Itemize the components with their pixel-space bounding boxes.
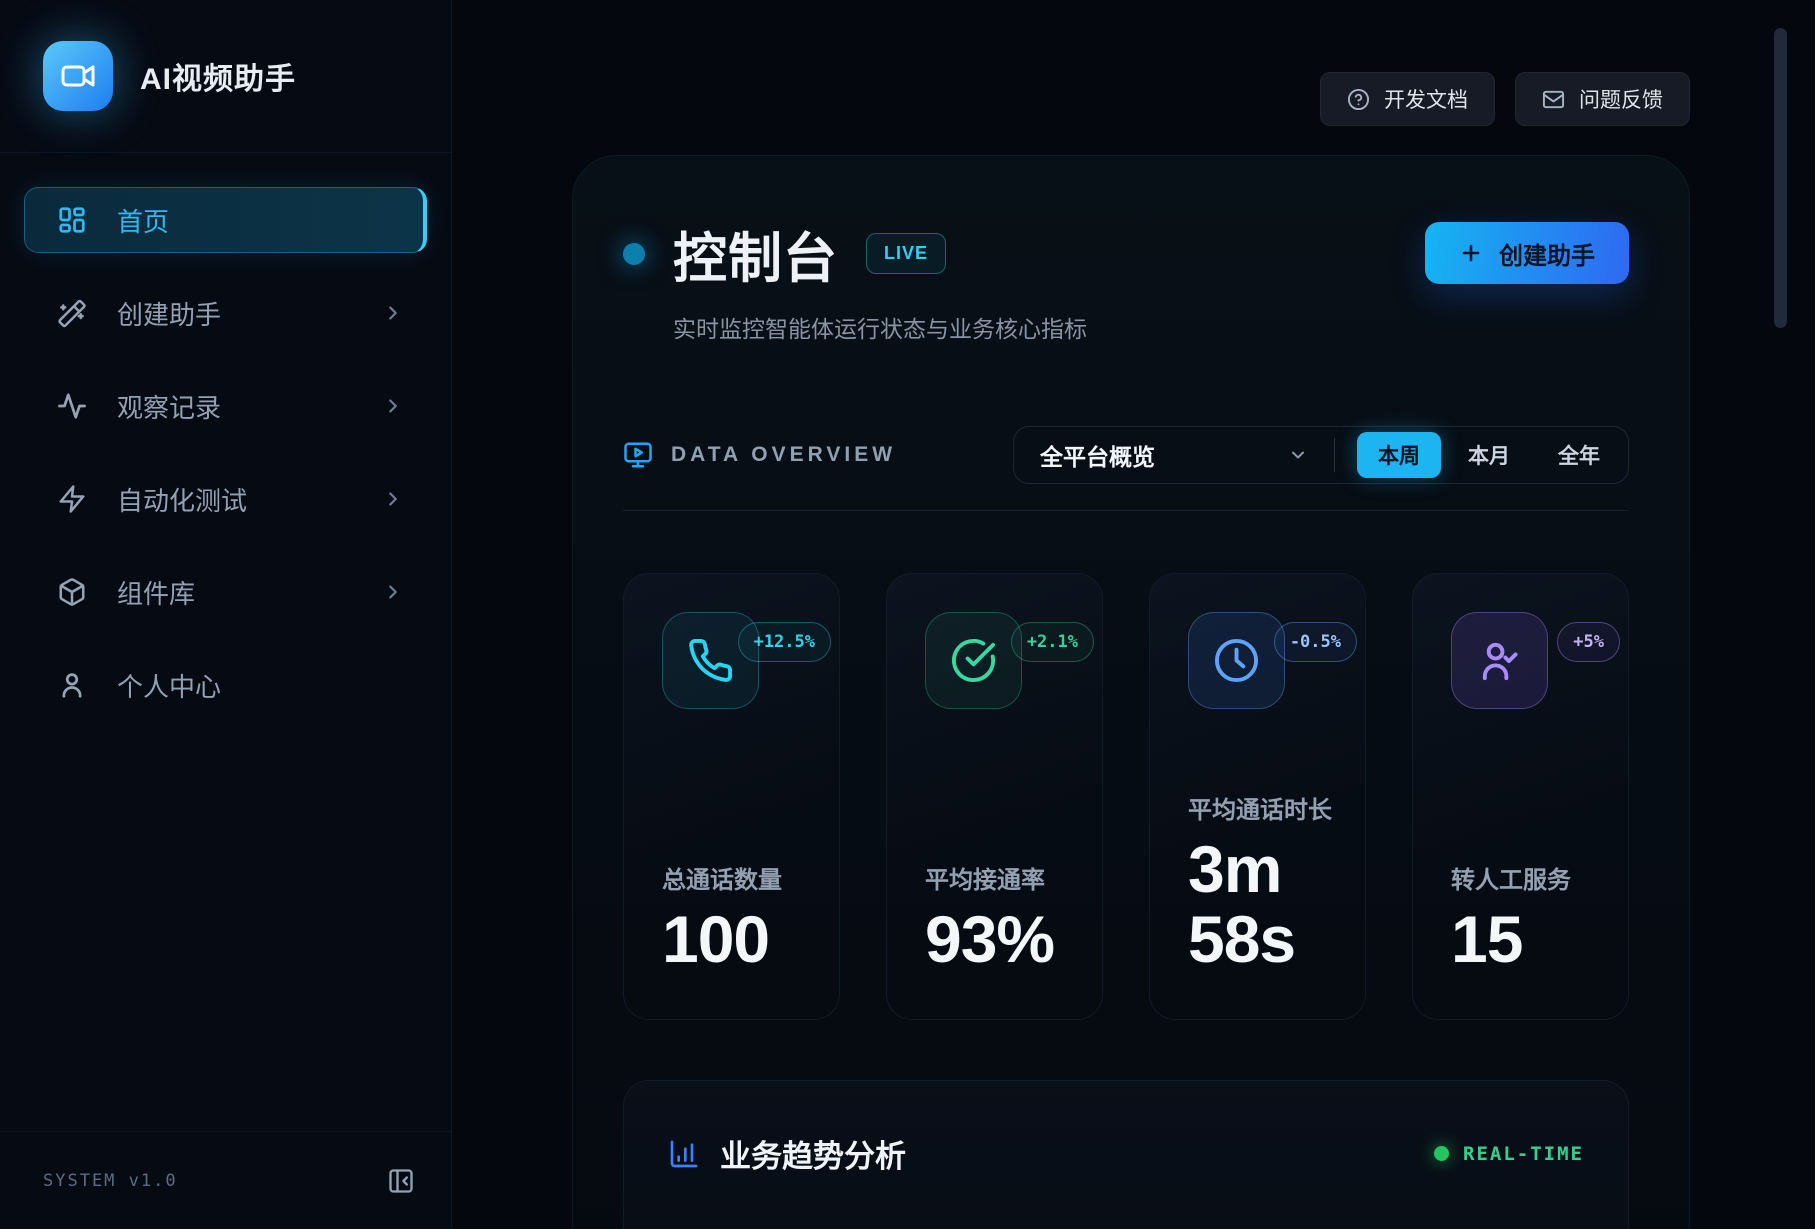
realtime-label: REAL-TIME [1463,1143,1584,1165]
create-assistant-button[interactable]: 创建助手 [1425,222,1629,284]
chevron-right-icon [382,395,404,417]
chevron-right-icon [382,488,404,510]
chevron-down-icon [1288,445,1308,465]
lightning-icon [57,484,87,514]
bar-chart-icon [668,1138,700,1170]
tab-this-month[interactable]: 本月 [1447,432,1531,478]
page-title: 控制台 [673,214,838,293]
stat-card-answer-rate: +2.1% 平均接通率 93% [886,573,1103,1020]
chevron-right-icon [382,302,404,324]
collapse-sidebar-icon[interactable] [387,1167,415,1195]
realtime-status: REAL-TIME [1434,1143,1584,1165]
stat-label: 平均通话时长 [1188,790,1341,825]
sidebar-item-label: 自动化测试 [117,481,247,518]
data-overview-row: DATA OVERVIEW 全平台概览 本周 本月 全年 [623,426,1629,484]
sidebar-item-label: 创建助手 [117,295,221,332]
sidebar-item-home[interactable]: 首页 [24,187,427,253]
video-camera-icon [60,58,96,94]
section-divider [623,510,1629,511]
plus-icon [1459,241,1483,265]
clock-icon [1213,637,1260,684]
chevron-right-icon [382,581,404,603]
phone-icon [687,637,734,684]
delta-badge: -0.5% [1274,622,1357,662]
topbar: 开发文档 问题反馈 [572,0,1690,126]
feedback-label: 问题反馈 [1579,84,1663,114]
trend-header: 业务趋势分析 REAL-TIME [668,1131,1584,1176]
stat-label: 平均接通率 [925,860,1078,895]
dev-docs-button[interactable]: 开发文档 [1320,72,1495,126]
help-circle-icon [1347,88,1370,111]
sidebar-item-profile[interactable]: 个人中心 [24,652,427,718]
app-title: AI视频助手 [140,54,296,98]
monitor-play-icon [623,440,653,470]
stat-value: 3m 58s [1188,835,1341,975]
stat-value: 93% [925,905,1078,975]
tab-this-year[interactable]: 全年 [1537,432,1621,478]
tab-this-week[interactable]: 本周 [1357,432,1441,478]
stat-label: 转人工服务 [1451,860,1604,895]
sidebar-item-label: 观察记录 [117,388,221,425]
console-header: 控制台 LIVE 实时监控智能体运行状态与业务核心指标 创建助手 [623,214,1629,344]
activity-pulse-icon [57,391,87,421]
realtime-dot [1434,1146,1449,1161]
sidebar-item-create-assistant[interactable]: 创建助手 [24,280,427,346]
delta-badge: +12.5% [738,622,831,662]
console-panel: 控制台 LIVE 实时监控智能体运行状态与业务核心指标 创建助手 DATA OV… [572,155,1690,1229]
sidebar: AI视频助手 首页 创建助手 观察记录 [0,0,452,1229]
stat-card-avg-duration: -0.5% 平均通话时长 3m 58s [1149,573,1366,1020]
overview-controls: 全平台概览 本周 本月 全年 [1013,426,1629,484]
create-assistant-label: 创建助手 [1499,236,1595,271]
stat-value: 15 [1451,905,1604,975]
stat-label: 总通话数量 [662,860,815,895]
scrollbar-thumb[interactable] [1774,28,1787,328]
main-content: 开发文档 问题反馈 控制台 LIVE 实时监控智能体运行状态与业务核心指标 [452,0,1815,1229]
platform-select[interactable]: 全平台概览 [1040,438,1308,472]
sidebar-item-automation-test[interactable]: 自动化测试 [24,466,427,532]
user-icon [57,670,87,700]
layout-dashboard-icon [57,205,87,235]
page-subtitle: 实时监控智能体运行状态与业务核心指标 [673,310,1087,344]
sidebar-nav: 首页 创建助手 观察记录 自动化测试 [0,153,451,718]
trend-title-group: 业务趋势分析 [668,1131,906,1176]
data-overview-label-group: DATA OVERVIEW [623,440,896,470]
magic-wand-icon [57,298,87,328]
mail-icon [1542,88,1565,111]
stat-icon-tile [925,612,1022,709]
trend-title: 业务趋势分析 [720,1131,906,1176]
delta-badge: +5% [1557,622,1620,662]
period-tabs: 本周 本月 全年 [1357,432,1621,478]
delta-badge: +2.1% [1011,622,1094,662]
cube-icon [57,577,87,607]
stat-value: 100 [662,905,815,975]
stat-card-human-transfer: +5% 转人工服务 15 [1412,573,1629,1020]
brand: AI视频助手 [0,0,451,153]
status-dot [623,243,645,265]
stat-card-total-calls: +12.5% 总通话数量 100 [623,573,840,1020]
system-version: SYSTEM v1.0 [43,1171,178,1191]
app-logo [43,41,113,111]
live-badge: LIVE [866,233,946,274]
check-circle-icon [950,637,997,684]
dev-docs-label: 开发文档 [1384,84,1468,114]
data-overview-label: DATA OVERVIEW [671,443,896,467]
sidebar-item-observation-log[interactable]: 观察记录 [24,373,427,439]
sidebar-item-label: 组件库 [117,574,195,611]
user-check-icon [1476,637,1523,684]
sidebar-item-label: 个人中心 [117,667,221,704]
sidebar-item-component-library[interactable]: 组件库 [24,559,427,625]
stats-grid: +12.5% 总通话数量 100 +2.1% 平均接通率 93% [623,573,1629,1020]
sidebar-item-label: 首页 [117,202,169,239]
platform-select-value: 全平台概览 [1040,438,1155,472]
trend-analysis-card: 业务趋势分析 REAL-TIME [623,1080,1629,1229]
divider [1334,438,1335,472]
feedback-button[interactable]: 问题反馈 [1515,72,1690,126]
stat-icon-tile [1188,612,1285,709]
stat-icon-tile [1451,612,1548,709]
sidebar-footer: SYSTEM v1.0 [0,1131,451,1229]
